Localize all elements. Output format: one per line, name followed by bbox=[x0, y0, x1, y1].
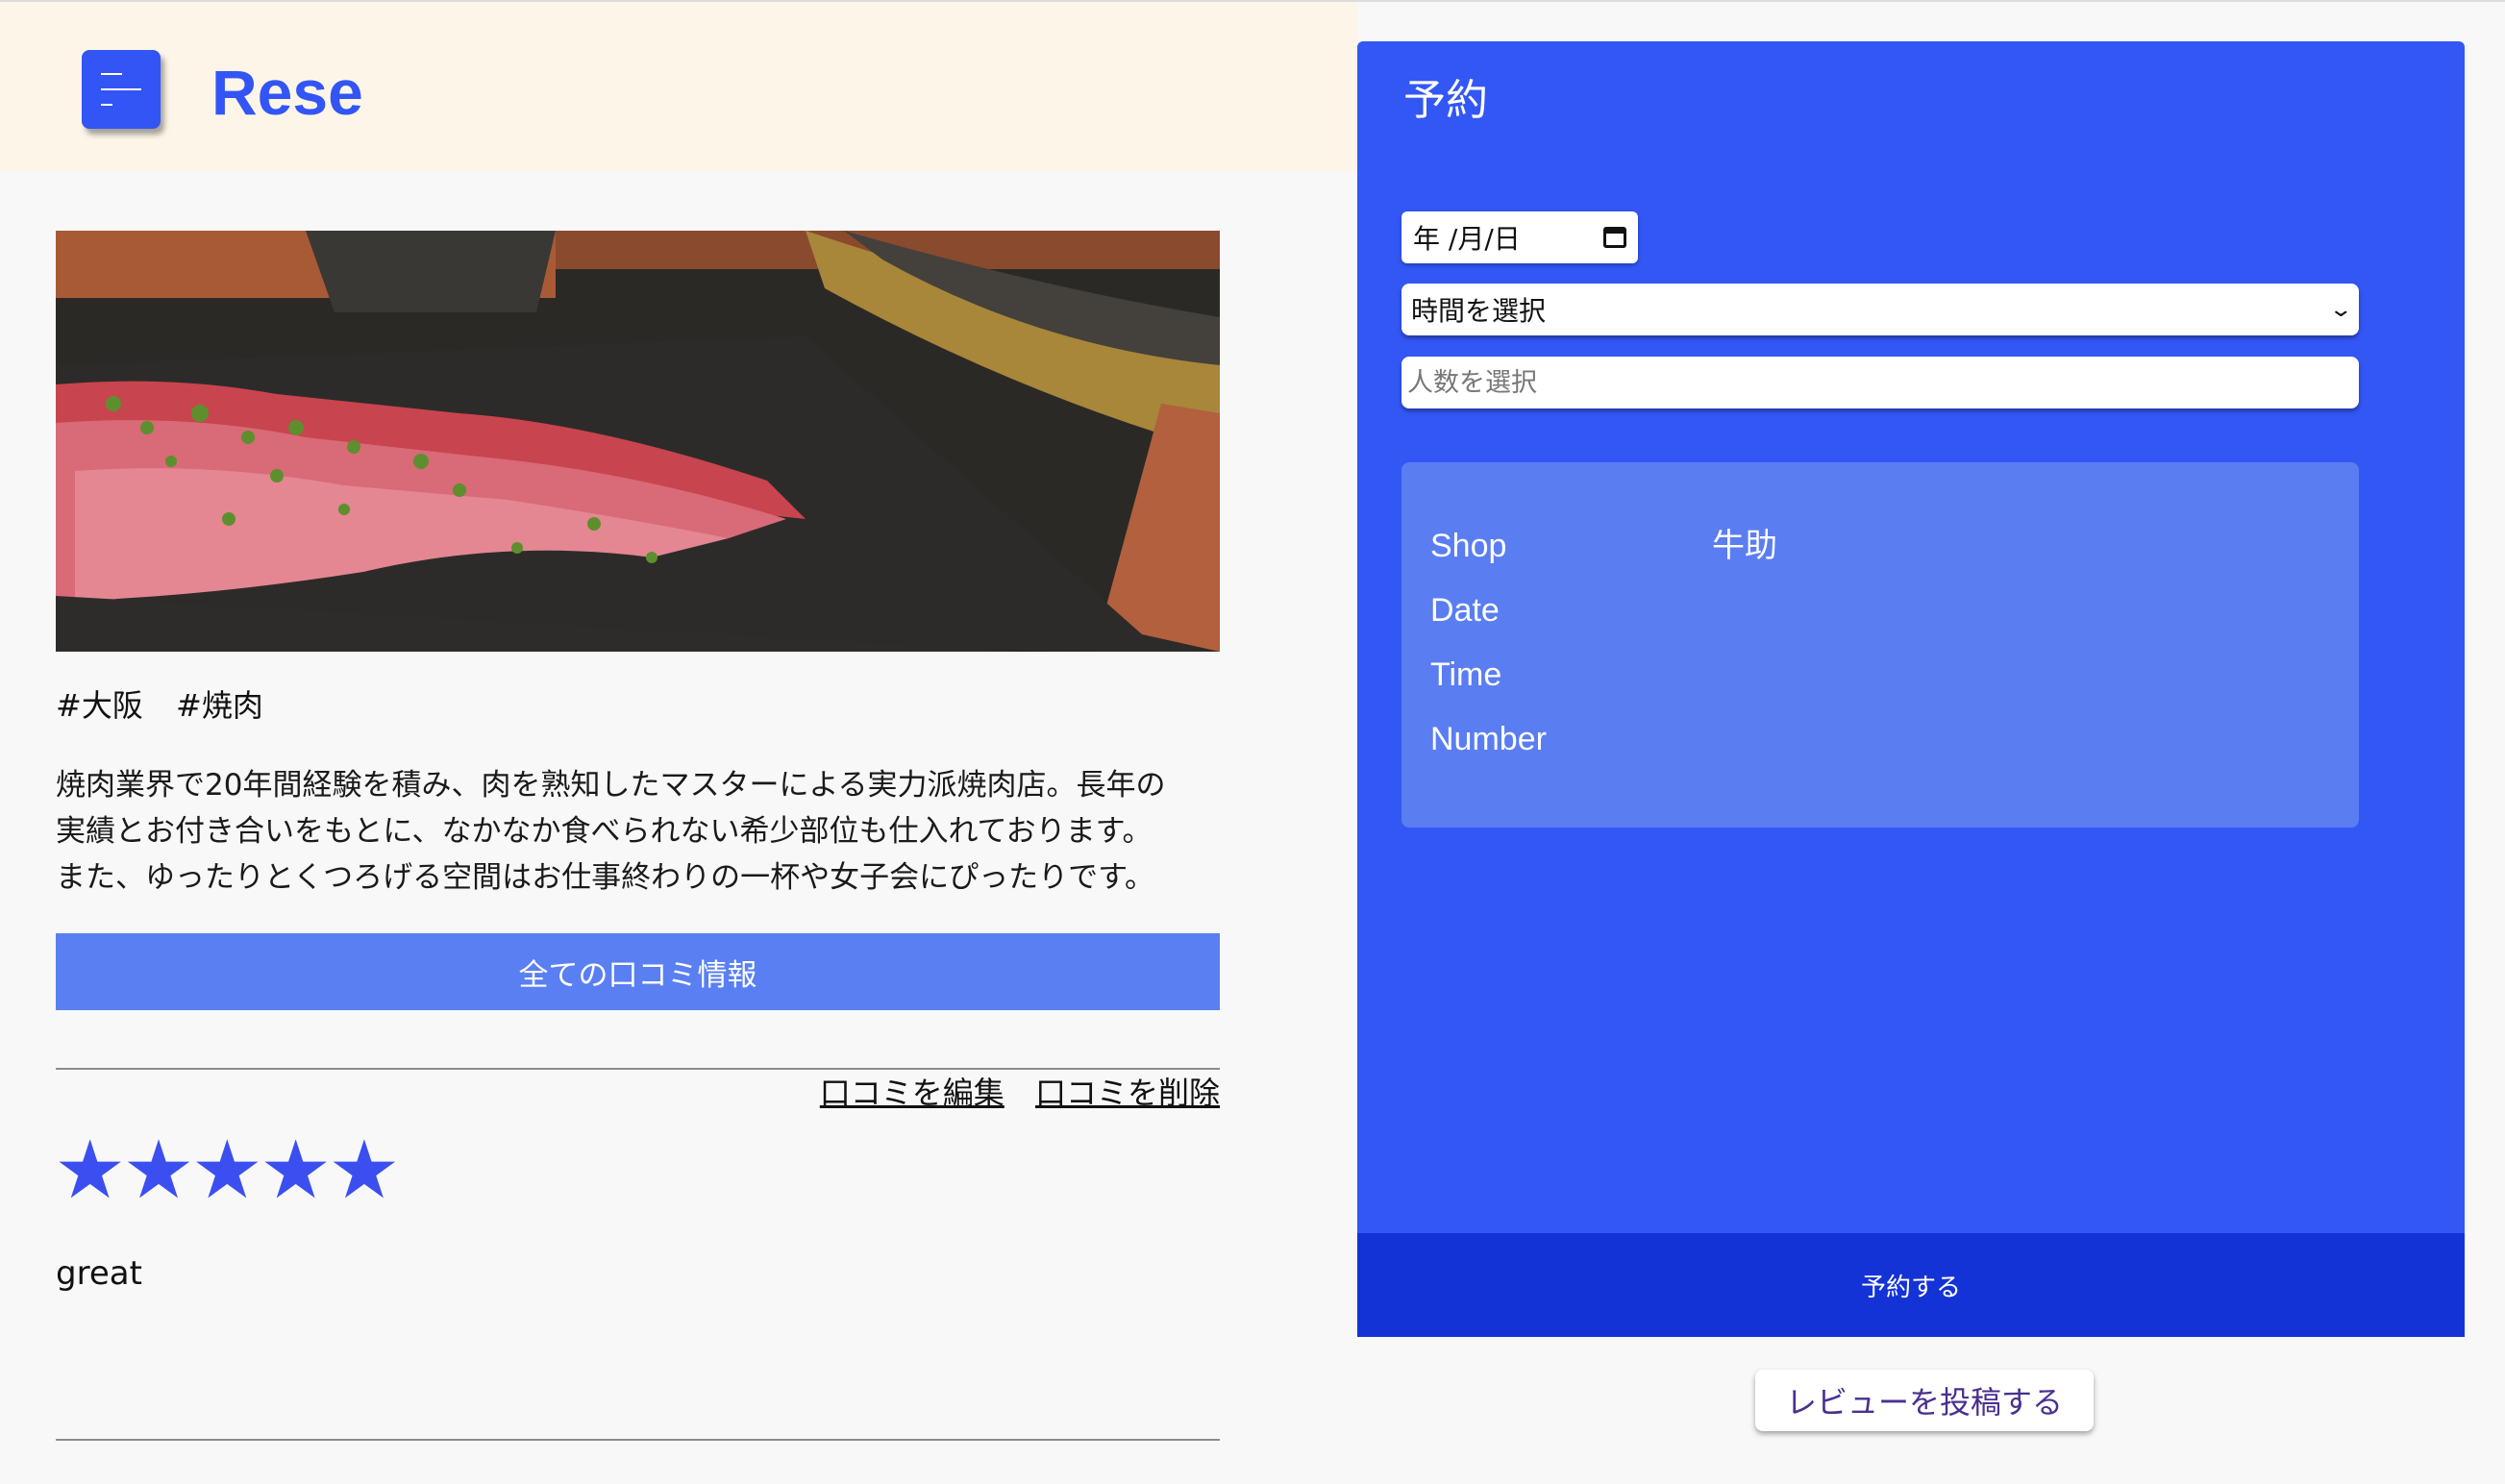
star-icon: ★ bbox=[54, 1123, 127, 1217]
post-review-button[interactable]: レビューを投稿する bbox=[1755, 1370, 2094, 1431]
description-line: 実績とお付き合いをもとに、なかなか食べられない希少部位も仕入れております。 bbox=[56, 814, 1153, 849]
review-divider-top bbox=[56, 1068, 1220, 1070]
summary-time-label: Time bbox=[1430, 656, 1502, 693]
shop-tags: #大阪 #焼肉 bbox=[56, 686, 286, 725]
review-divider-bottom bbox=[56, 1439, 1220, 1441]
site-logo[interactable]: Rese bbox=[211, 58, 363, 127]
star-icon: ★ bbox=[259, 1123, 333, 1217]
star-icon: ★ bbox=[190, 1123, 263, 1217]
reservation-title: 予約 bbox=[1403, 76, 1488, 125]
time-select[interactable]: 時間を選択 ⌄ bbox=[1401, 284, 2359, 335]
all-reviews-button[interactable]: 全ての口コミ情報 bbox=[56, 933, 1220, 1010]
edit-review-link[interactable]: 口コミを編集 bbox=[820, 1075, 1004, 1111]
review-comment: great bbox=[56, 1254, 142, 1293]
summary-date-label: Date bbox=[1430, 592, 1500, 629]
calendar-icon[interactable] bbox=[1603, 227, 1626, 248]
people-input[interactable] bbox=[1401, 357, 2359, 408]
shop-description: 焼肉業界で20年間経験を積み、肉を熟知したマスターによる実力派焼肉店。長年の 実… bbox=[56, 762, 1238, 901]
summary-number-label: Number bbox=[1430, 721, 1547, 757]
reserve-button[interactable]: 予約する bbox=[1357, 1233, 2465, 1337]
shop-image bbox=[56, 231, 1220, 652]
reservation-summary: Shop 牛助 Date Time Number bbox=[1401, 462, 2359, 828]
date-placeholder: 年 /月/日 bbox=[1413, 223, 1521, 255]
date-input[interactable]: 年 /月/日 bbox=[1401, 211, 1638, 263]
summary-shop-label: Shop bbox=[1430, 528, 1507, 564]
menu-button[interactable] bbox=[82, 50, 161, 129]
reservation-panel: 予約 年 /月/日 時間を選択 ⌄ Shop 牛助 Date Time Numb… bbox=[1357, 41, 2465, 1337]
description-line: 焼肉業界で20年間経験を積み、肉を熟知したマスターによる実力派焼肉店。長年の bbox=[56, 768, 1166, 803]
review-actions: 口コミを編集 口コミを削除 bbox=[799, 1073, 1220, 1113]
tag-genre[interactable]: #焼肉 bbox=[176, 687, 263, 724]
tag-area[interactable]: #大阪 bbox=[56, 687, 143, 724]
delete-review-link[interactable]: 口コミを削除 bbox=[1035, 1075, 1220, 1111]
summary-shop-value: 牛助 bbox=[1712, 527, 1777, 565]
site-header: Rese bbox=[0, 2, 1357, 171]
description-line: また、ゆったりとくつろげる空間はお仕事終わりの一杯や女子会にぴったりです。 bbox=[56, 860, 1154, 895]
chevron-down-icon: ⌄ bbox=[2327, 297, 2353, 322]
rating-stars: ★ ★ ★ ★ ★ bbox=[54, 1123, 401, 1217]
star-icon: ★ bbox=[328, 1123, 401, 1217]
star-icon: ★ bbox=[122, 1123, 195, 1217]
time-select-value: 時間を選択 bbox=[1411, 295, 1547, 327]
